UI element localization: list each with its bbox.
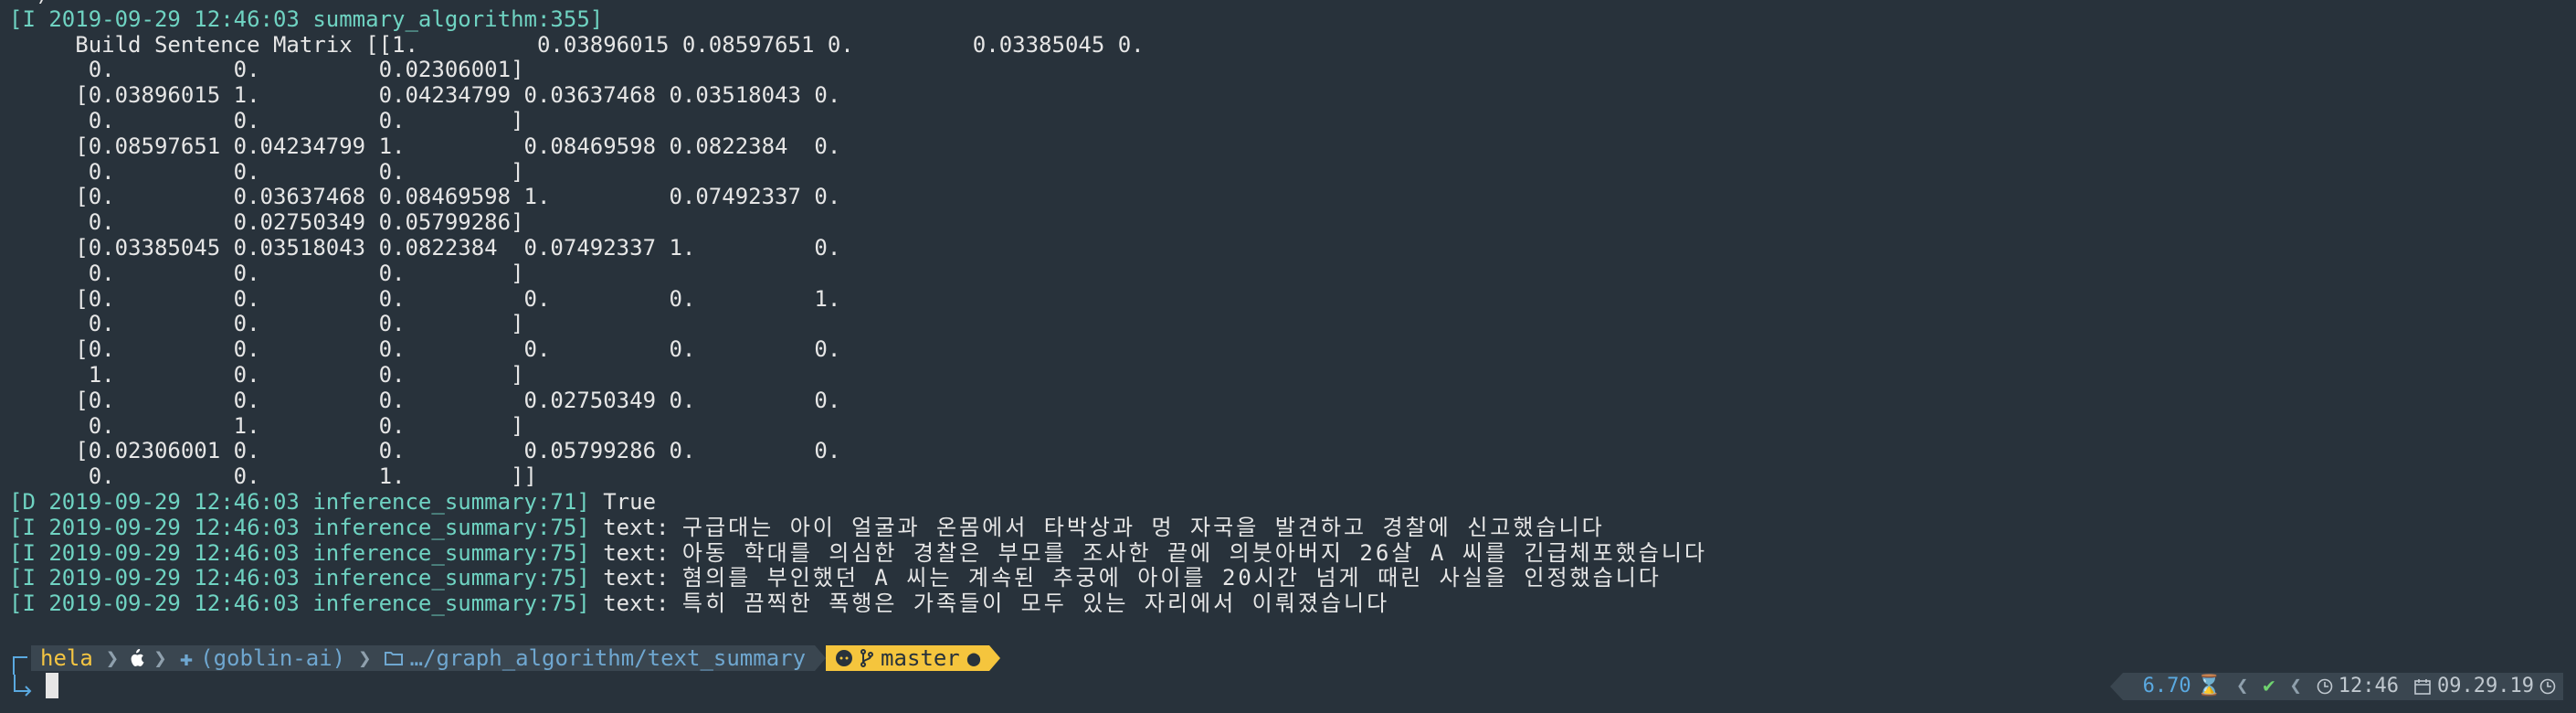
log-text: Build Sentence Matrix [[1. 0.03896015 0.…: [9, 31, 1145, 58]
github-icon: [835, 649, 853, 667]
right-status-bar: 6.70 ⌛ ❮ ✔ ❮ 12:46 09.29.19: [2109, 673, 2563, 700]
log-text: [0.03385045 0.03518043 0.0822384 0.07492…: [9, 234, 841, 261]
terminal-line: [0.08597651 0.04234799 1. 0.08469598 0.0…: [9, 133, 2567, 160]
date: 09.29.19: [2406, 673, 2563, 700]
separator-icon: ❯: [101, 645, 123, 671]
directory-path: …/graph_algorithm/text_summary: [409, 645, 807, 671]
segment-arrow: [815, 645, 827, 671]
clock: 12:46: [2308, 673, 2407, 700]
terminal-line: [I 2019-09-29 12:46:03 summary_algorithm…: [9, 5, 2567, 33]
git-status: master ●: [826, 645, 990, 671]
terminal-line: [0. 0.03637468 0.08469598 1. 0.07492337 …: [9, 184, 2567, 210]
terminal-line: 0. 0.02750349 0.05799286]: [9, 209, 2567, 236]
terminal-line: 0. 0. 0. ]: [9, 158, 2567, 186]
log-text: [0. 0. 0. 0.02750349 0. 0.: [9, 387, 841, 413]
terminal-line: [0.03896015 1. 0.04234799 0.03637468 0.0…: [9, 82, 2567, 109]
input-line[interactable]: [9, 673, 58, 698]
separator-icon: ❯: [354, 645, 375, 671]
log-text: text:: [589, 539, 682, 566]
terminal-line: 0. 0. 0.02306001]: [9, 57, 2567, 83]
prompt-host: hela: [31, 645, 102, 671]
separator-icon: ❮: [2229, 673, 2256, 700]
log-level-prefix: [D 2019-09-29 12:46:03 inference_summary…: [9, 488, 590, 515]
log-text: text:: [589, 565, 682, 591]
summary-sentence: 아동 학대를 의심한 경찰은 부모를 조사한 끝에 의붓아버지 26살 A 씨를…: [681, 539, 1708, 566]
terminal-line: [D 2019-09-29 12:46:03 inference_summary…: [9, 488, 2567, 516]
branch-icon: [860, 649, 874, 667]
date-value: 09.29.19: [2437, 675, 2534, 697]
log-text: 0. 0.02750349 0.05799286]: [9, 209, 524, 236]
terminal-line: Build Sentence Matrix [[1. 0.03896015 0.…: [9, 31, 2567, 59]
log-text: [0.02306001 0. 0. 0.05799286 0. 0.: [9, 438, 841, 464]
log-text: [0.03896015 1. 0.04234799 0.03637468 0.0…: [9, 82, 841, 109]
text-cursor[interactable]: [46, 673, 58, 698]
segment-arrow: [989, 645, 1001, 671]
log-level-prefix: [I 2019-09-29 12:46:03 summary_algorithm…: [9, 5, 604, 32]
clock-icon: [2539, 678, 2556, 695]
terminal-output: )[I 2019-09-29 12:46:03 summary_algorith…: [9, 0, 2567, 617]
log-level-prefix: [I 2019-09-29 12:46:03 inference_summary…: [9, 514, 590, 540]
clock-icon: [2317, 678, 2333, 695]
branch-name: master: [881, 645, 960, 671]
summary-sentence: 특히 끔찍한 폭행은 가족들이 모두 있는 자리에서 이뤄졌습니다: [681, 591, 1390, 617]
log-text: 0. 0. 0. ]: [9, 260, 524, 286]
log-text: 0. 0. 1. ]]: [9, 463, 537, 490]
log-text: text:: [589, 514, 682, 540]
env-name: (goblin-ai): [200, 645, 346, 671]
log-text: 0. 0. 0. ]: [9, 158, 524, 185]
terminal-line: [I 2019-09-29 12:46:03 inference_summary…: [9, 539, 2567, 567]
terminal-line: 0. 0. 0. ]: [9, 261, 2567, 287]
status-cap: [2109, 673, 2123, 700]
terminal-line: [0.03385045 0.03518043 0.0822384 0.07492…: [9, 234, 2567, 261]
log-text: True: [589, 488, 657, 515]
separator-icon: ❯: [150, 645, 171, 671]
log-text: 0. 1. 0. ]: [9, 412, 524, 439]
load-value: 6.70: [2142, 675, 2191, 697]
log-text: 0. 0. 0. ]: [9, 311, 524, 337]
terminal-line: 0. 0. 0. ]: [9, 107, 2567, 134]
terminal-line: [0. 0. 0. 0. 0. 0.: [9, 336, 2567, 363]
log-level-prefix: [I 2019-09-29 12:46:03 inference_summary…: [9, 591, 590, 617]
log-text: [0. 0.03637468 0.08469598 1. 0.07492337 …: [9, 184, 841, 210]
time-value: 12:46: [2338, 675, 2400, 697]
summary-sentence: 구급대는 아이 얼굴과 온몸에서 타박상과 멍 자국을 발견하고 경찰에 신고했…: [681, 514, 1605, 540]
terminal-line: 0. 1. 0. ]: [9, 412, 2567, 440]
terminal-line: [0. 0. 0. 0.02750349 0. 0.: [9, 388, 2567, 414]
terminal-line: [I 2019-09-29 12:46:03 inference_summary…: [9, 591, 2567, 617]
folder-icon: [384, 651, 403, 665]
log-text: [0.08597651 0.04234799 1. 0.08469598 0.0…: [9, 133, 841, 159]
python-env: ✚ (goblin-ai): [170, 645, 355, 671]
terminal-line: [0. 0. 0. 0. 0. 1.: [9, 285, 2567, 313]
check-icon: ✔: [2263, 675, 2275, 697]
shell-prompt: hela ❯ ❯ ✚ (goblin-ai) ❯ …/graph_algorit…: [9, 645, 1001, 675]
exit-status-ok: ✔: [2255, 673, 2283, 700]
terminal-line: [0.02306001 0. 0. 0.05799286 0. 0.: [9, 438, 2567, 464]
log-text: [0. 0. 0. 0. 0. 1.: [9, 285, 841, 312]
python-icon: ✚: [179, 645, 194, 671]
log-text: 0. 0. 0. ]: [9, 107, 524, 133]
log-text: 1. 0. 0. ]: [9, 361, 524, 388]
current-directory: …/graph_algorithm/text_summary: [375, 645, 816, 671]
terminal-line: 0. 0. 0. ]: [9, 311, 2567, 337]
load-average: 6.70 ⌛: [2122, 673, 2230, 700]
prompt-corner: [9, 645, 31, 675]
prompt-arrow-icon: [9, 673, 46, 698]
log-text: text:: [589, 591, 682, 617]
dirty-indicator: ●: [966, 645, 981, 671]
hourglass-icon: ⌛: [2196, 675, 2222, 697]
log-text: [0. 0. 0. 0. 0. 0.: [9, 336, 841, 363]
terminal-line: 1. 0. 0. ]: [9, 361, 2567, 388]
terminal-line: [I 2019-09-29 12:46:03 inference_summary…: [9, 514, 2567, 541]
log-level-prefix: [I 2019-09-29 12:46:03 inference_summary…: [9, 565, 590, 591]
calendar-icon: [2413, 678, 2432, 695]
log-text: 0. 0. 0.02306001]: [9, 57, 524, 83]
summary-sentence: 혐의를 부인했던 A 씨는 계속된 추궁에 아이를 20시간 넘게 때린 사실을…: [681, 565, 1662, 591]
separator-icon: ❮: [2282, 673, 2309, 700]
terminal-line: 0. 0. 1. ]]: [9, 463, 2567, 490]
log-level-prefix: [I 2019-09-29 12:46:03 inference_summary…: [9, 539, 590, 566]
terminal-line: [I 2019-09-29 12:46:03 inference_summary…: [9, 565, 2567, 591]
apple-icon: [122, 645, 151, 671]
